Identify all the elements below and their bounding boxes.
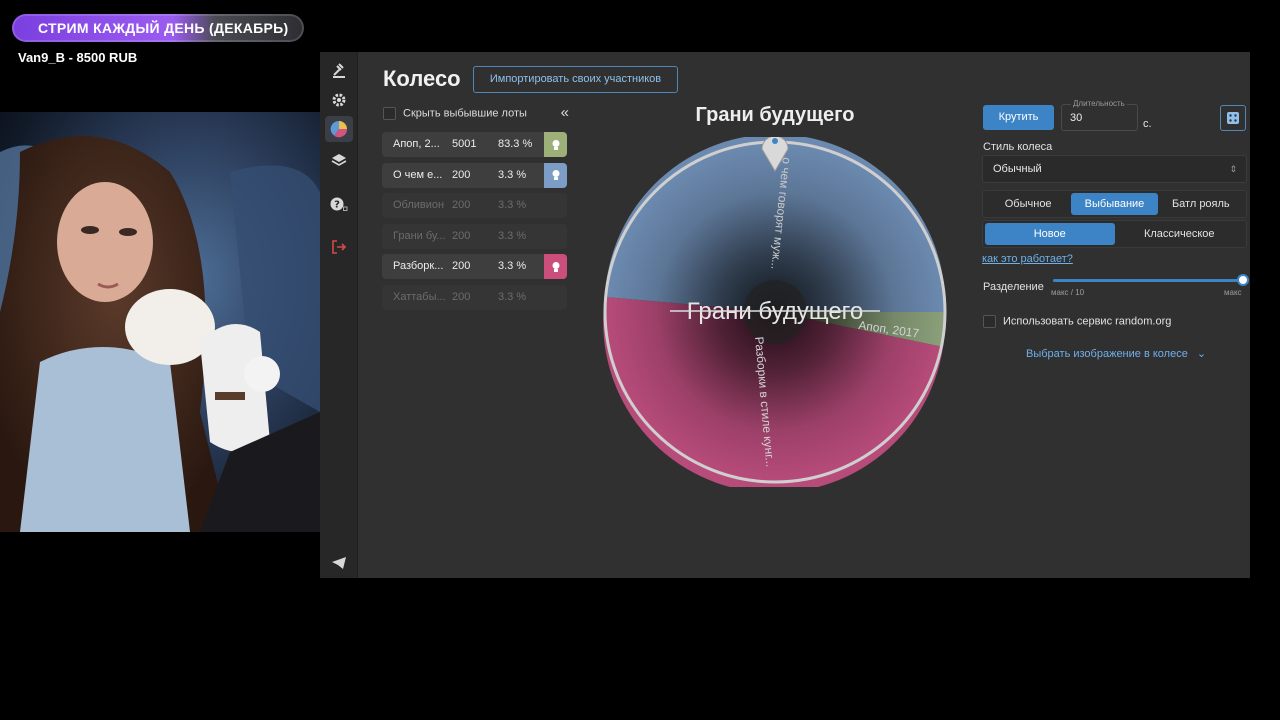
lot-name: Апоп, 2... (393, 138, 440, 150)
donation-alert: Van9_B - 8500 RUB (18, 50, 138, 65)
lot-name: Хаттабы... (393, 290, 445, 303)
lot-name: Грани бу... (393, 229, 445, 242)
lightbulb-icon[interactable] (544, 162, 567, 188)
lot-row[interactable]: Грани бу... 200 3.3 % (382, 223, 567, 249)
select-image-button[interactable]: Выбрать изображение в колесе ⌄ (1026, 347, 1206, 360)
lot-amount: 200 (452, 199, 471, 211)
svg-text:?: ? (334, 200, 340, 211)
split-min-label: макс / 10 (1051, 288, 1085, 297)
sidebar: ? (320, 52, 358, 578)
variant-tabs: Новое Классическое (982, 220, 1247, 248)
lightbulb-icon[interactable] (544, 132, 567, 157)
lot-row[interactable]: Разборк... 200 3.3 % (382, 254, 567, 279)
lot-row[interactable]: Апоп, 2... 5001 83.3 % (382, 132, 567, 157)
settings-gear-icon[interactable] (325, 87, 353, 113)
split-slider-handle[interactable] (1237, 274, 1249, 286)
hide-eliminated-label: Скрыть выбывшие лоты (403, 107, 527, 120)
lot-name: О чем е... (393, 168, 443, 181)
spin-button[interactable]: Крутить (983, 105, 1054, 130)
lot-percent: 83.3 % (498, 138, 533, 150)
lot-amount: 200 (452, 168, 471, 181)
wheel-pie-icon[interactable] (325, 116, 353, 142)
auction-hammer-icon[interactable] (325, 57, 353, 83)
wheel-style-value: Обычный (993, 163, 1042, 175)
random-dice-icon[interactable] (1220, 105, 1246, 131)
hide-eliminated-row: Скрыть выбывшие лоты « (383, 104, 569, 123)
random-org-checkbox[interactable] (983, 315, 996, 328)
split-slider[interactable] (1053, 279, 1243, 282)
select-arrows-icon: ⇕ (1229, 164, 1237, 174)
how-it-works-link[interactable]: как это работает? (982, 253, 1073, 265)
stream-banner-text: СТРИМ КАЖДЫЙ ДЕНЬ (ДЕКАБРЬ) (38, 20, 289, 36)
split-max-label: макс (1224, 288, 1242, 297)
lightbulb-icon[interactable] (544, 254, 567, 279)
mode-tab[interactable]: Выбывание (1071, 193, 1158, 215)
variant-tab[interactable]: Классическое (1115, 223, 1245, 245)
logout-icon[interactable] (325, 234, 353, 260)
lot-name: Разборк... (393, 260, 444, 272)
wheel[interactable]: о чем говорят муж... Апоп, 2017 Разборки… (600, 137, 950, 487)
webcam-feed (0, 112, 320, 532)
hide-eliminated-checkbox[interactable] (383, 107, 396, 120)
stream-banner: СТРИМ КАЖДЫЙ ДЕНЬ (ДЕКАБРЬ) (12, 14, 304, 42)
lot-percent: 3.3 % (498, 229, 527, 242)
lot-amount: 200 (452, 290, 471, 303)
lot-amount: 200 (452, 229, 471, 242)
lot-percent: 3.3 % (498, 168, 527, 181)
lot-row[interactable]: Хаттабы... 200 3.3 % (382, 284, 567, 310)
duration-unit: с. (1143, 118, 1152, 130)
screen: СТРИМ КАЖДЫЙ ДЕНЬ (ДЕКАБРЬ) Van9_B - 850… (0, 0, 1280, 720)
lots-list: Апоп, 2... 5001 83.3 % О чем е... 200 3.3 % Об… (382, 132, 567, 315)
wheel-app-window: ? Колесо Импортировать своих участников … (320, 52, 1250, 578)
random-org-row: Использовать сервис random.org (983, 315, 1171, 328)
lot-row[interactable]: О чем е... 200 3.3 % (382, 162, 567, 188)
wheel-style-select[interactable]: Обычный ⇕ (982, 155, 1247, 183)
mode-tabs: Обычное Выбывание Батл рояль (982, 190, 1247, 218)
lot-row[interactable]: Обливион 200 3.3 % (382, 193, 567, 218)
page-title: Колесо (383, 66, 461, 91)
import-participants-button[interactable]: Импортировать своих участников (473, 66, 678, 93)
duration-field[interactable]: Длительность 30 (1061, 99, 1138, 131)
mode-tab[interactable]: Батл рояль (1158, 193, 1244, 215)
layers-icon[interactable] (325, 147, 353, 173)
wheel-winner-title: Грани будущего (695, 104, 855, 126)
collapse-panel-icon[interactable]: « (561, 104, 569, 121)
help-icon[interactable]: ? (325, 191, 353, 217)
lot-percent: 3.3 % (498, 199, 527, 211)
wheel-style-label: Стиль колеса (983, 141, 1053, 153)
chevron-down-icon: ⌄ (1196, 348, 1207, 360)
mode-tab[interactable]: Обычное (985, 193, 1071, 215)
select-image-label: Выбрать изображение в колесе (1026, 348, 1188, 360)
telegram-icon[interactable] (325, 550, 353, 576)
random-org-label: Использовать сервис random.org (1003, 315, 1172, 328)
split-label: Разделение (983, 281, 1044, 293)
webcam-image (0, 136, 320, 532)
variant-tab[interactable]: Новое (985, 223, 1115, 245)
lot-percent: 3.3 % (498, 260, 527, 272)
lot-amount: 200 (452, 260, 471, 272)
duration-value[interactable]: 30 (1070, 112, 1082, 124)
lot-percent: 3.3 % (498, 290, 527, 303)
lot-amount: 5001 (452, 138, 477, 150)
duration-label: Длительность (1071, 99, 1127, 108)
lot-name: Обливион (393, 199, 445, 211)
